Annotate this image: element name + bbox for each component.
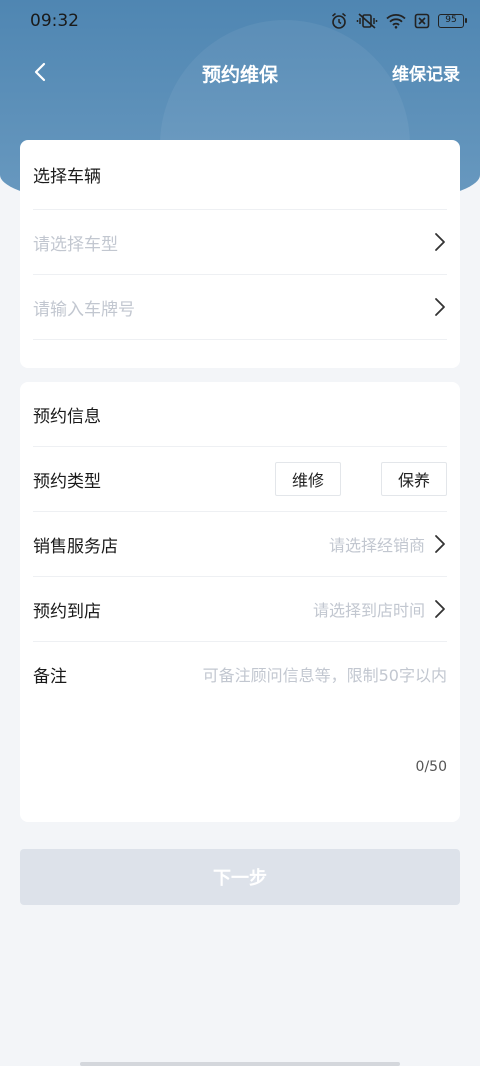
mute-vibrate-icon	[356, 13, 378, 29]
type-repair-button[interactable]: 维修	[275, 462, 341, 496]
arrival-time-row[interactable]: 预约到店 请选择到店时间	[33, 577, 447, 642]
home-indicator	[80, 1062, 400, 1066]
booking-card: 预约信息 预约类型 维修 保养 销售服务店 请选择经销商 预约到店 请选择到店时…	[20, 382, 460, 822]
vehicle-card: 选择车辆 请选择车型 请输入车牌号	[20, 140, 460, 368]
chevron-right-icon	[435, 600, 445, 618]
booking-card-title: 预约信息	[33, 382, 447, 447]
dealer-label: 销售服务店	[33, 536, 118, 557]
dealer-placeholder: 请选择经销商	[328, 536, 425, 555]
arrival-placeholder: 请选择到店时间	[312, 601, 425, 620]
select-model-row[interactable]: 请选择车型	[33, 210, 447, 275]
arrival-label: 预约到店	[33, 601, 101, 622]
status-time: 09:32	[30, 11, 79, 31]
remark-row: 备注	[33, 642, 447, 687]
booking-type-label: 预约类型	[33, 471, 101, 492]
chevron-right-icon	[435, 535, 445, 553]
model-placeholder: 请选择车型	[33, 234, 118, 255]
remark-counter: 0/50	[415, 759, 447, 775]
wifi-icon	[386, 14, 406, 29]
battery-icon: 95	[438, 14, 467, 28]
remark-label: 备注	[33, 667, 67, 687]
next-step-button[interactable]: 下一步	[20, 849, 460, 905]
vehicle-card-title: 选择车辆	[33, 140, 447, 210]
maintenance-records-link[interactable]: 维保记录	[392, 60, 460, 85]
status-icons: 95	[330, 12, 467, 30]
chevron-right-icon	[435, 298, 445, 316]
type-maintenance-button[interactable]: 保养	[381, 462, 447, 496]
dealer-row[interactable]: 销售服务店 请选择经销商	[33, 512, 447, 577]
booking-type-options: 维修 保养	[275, 462, 447, 496]
chevron-right-icon	[435, 233, 445, 251]
no-sim-icon	[414, 13, 430, 29]
booking-type-row: 预约类型 维修 保养	[33, 447, 447, 512]
plate-placeholder: 请输入车牌号	[33, 299, 135, 320]
remark-input[interactable]	[67, 664, 447, 687]
status-bar: 09:32 95	[0, 0, 480, 42]
nav-bar: 预约维保 维保记录	[0, 46, 480, 98]
plate-number-row[interactable]: 请输入车牌号	[33, 275, 447, 340]
alarm-icon	[332, 12, 346, 29]
